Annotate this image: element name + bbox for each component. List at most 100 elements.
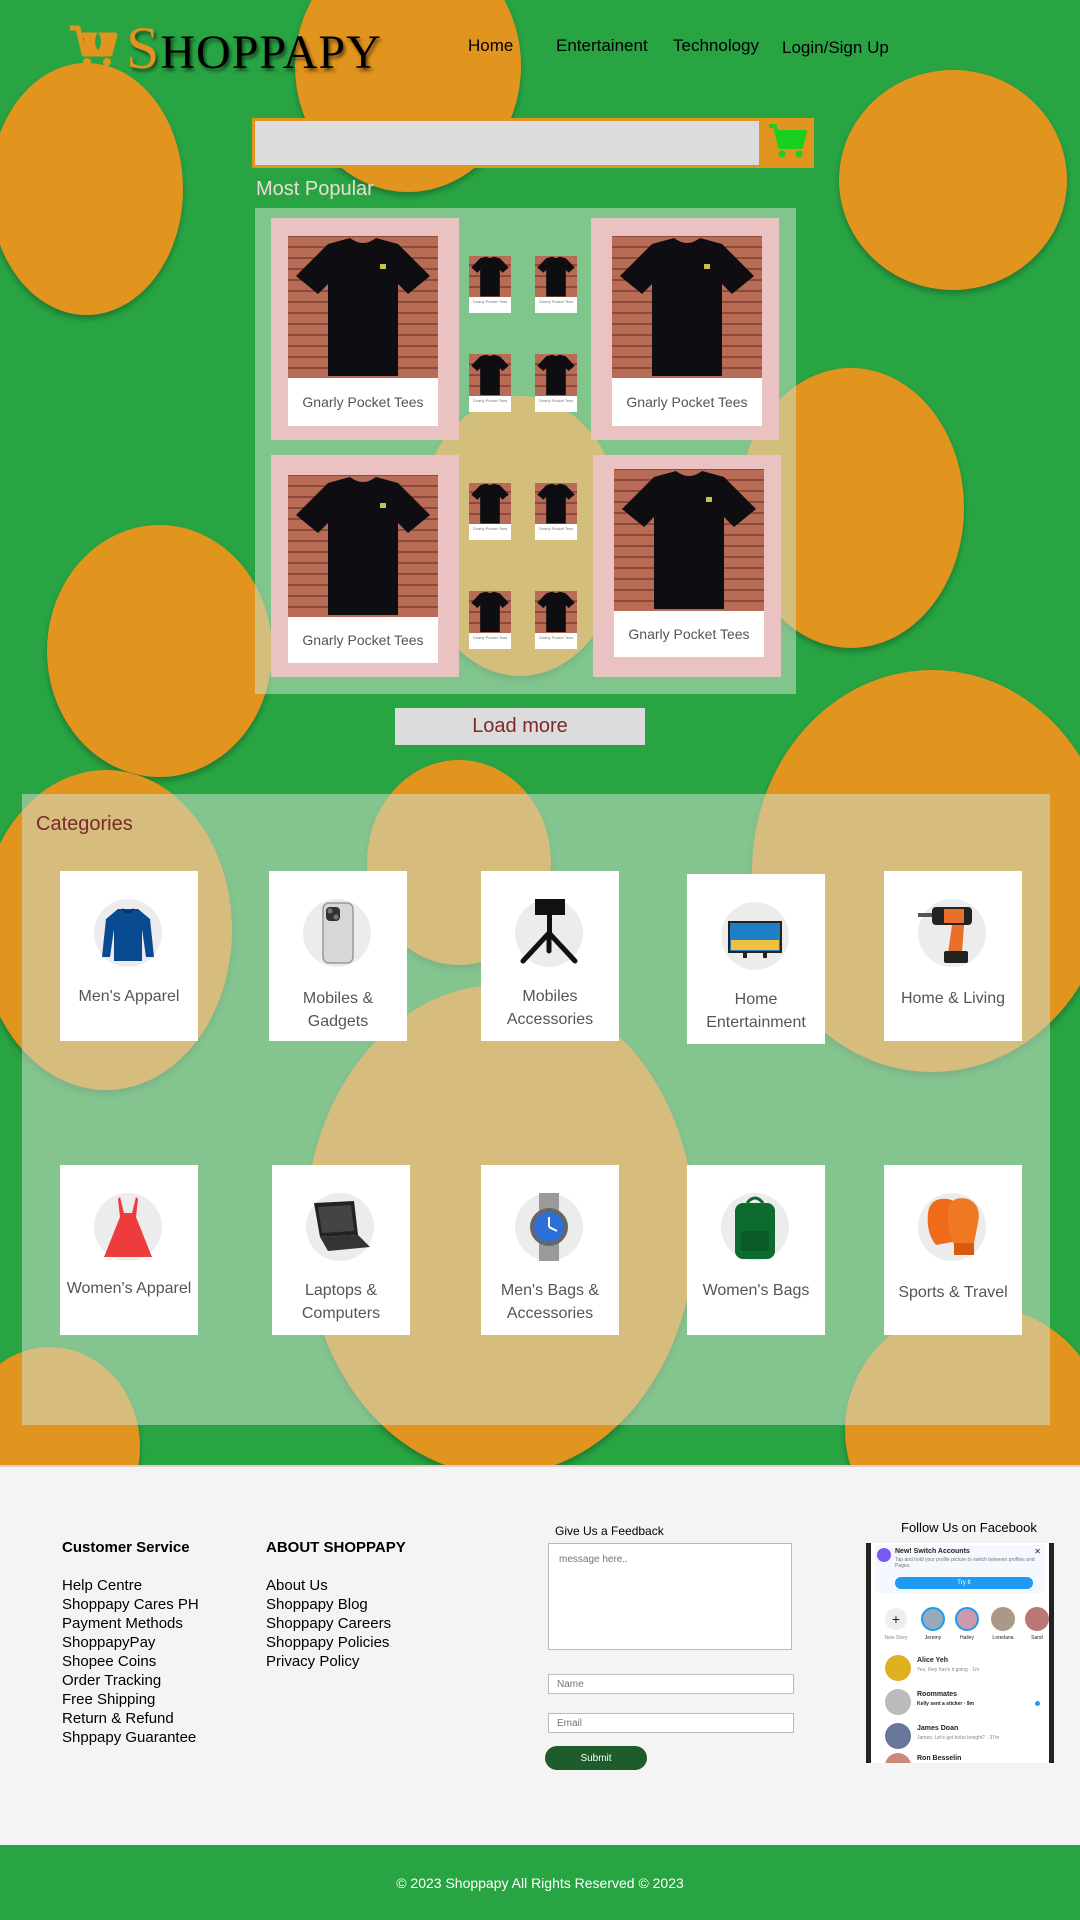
- tshirt-image: [469, 483, 511, 525]
- fb-new-story: New Story: [884, 1635, 908, 1641]
- product-thumbnail[interactable]: Gnarly Pocket Tees: [469, 591, 511, 649]
- footer-link[interactable]: Shoppapy Blog: [266, 1595, 368, 1614]
- fb-story-name: Loredana: [992, 1635, 1014, 1641]
- footer-link[interactable]: Shoppapy Policies: [266, 1633, 389, 1652]
- search-cart-button[interactable]: [762, 118, 814, 168]
- product-thumbnail[interactable]: Gnarly Pocket Tees: [535, 256, 577, 313]
- category-card-laptops-computers[interactable]: Laptops & Computers: [272, 1165, 410, 1335]
- load-more-button[interactable]: Load more: [395, 708, 645, 745]
- avatar: [885, 1723, 911, 1749]
- category-name: Laptops & Computers: [301, 1282, 381, 1322]
- nav-login[interactable]: Login/Sign Up: [782, 38, 889, 58]
- fb-chat-name: Ron Besselin: [917, 1755, 962, 1762]
- product-card[interactable]: Gnarly Pocket Tees: [591, 218, 779, 440]
- category-card-sports-travel[interactable]: Sports & Travel: [884, 1165, 1022, 1335]
- fb-chat-msg: Kelly sent a sticker · 9m: [917, 1701, 974, 1707]
- footer-link[interactable]: Shoppapy Cares PH: [62, 1595, 199, 1614]
- thumb-label: Gnarly Pocket Tees: [472, 397, 508, 403]
- product-card[interactable]: Gnarly Pocket Tees: [271, 455, 459, 677]
- avatar[interactable]: [991, 1607, 1015, 1631]
- backpack-icon: [721, 1193, 789, 1261]
- product-thumbnail[interactable]: Gnarly Pocket Tees: [469, 354, 511, 412]
- category-name: Home Entertainment: [706, 991, 806, 1031]
- category-card-mobiles-gadgets[interactable]: Mobiles & Gadgets: [269, 871, 407, 1041]
- feedback-name-field[interactable]: [548, 1674, 794, 1694]
- decor-circle: [47, 525, 272, 777]
- footer-link[interactable]: About Us: [266, 1576, 328, 1595]
- fb-story-name: Hailey: [960, 1635, 974, 1641]
- footer-link[interactable]: Payment Methods: [62, 1614, 183, 1633]
- avatar[interactable]: [955, 1607, 979, 1631]
- product-card[interactable]: Gnarly Pocket Tees: [593, 455, 781, 677]
- most-popular-title: Most Popular: [256, 178, 374, 200]
- thumb-label: Gnarly Pocket Tees: [472, 299, 508, 305]
- facebook-messenger-preview[interactable]: New! Switch Accounts ✕ Tap and hold your…: [866, 1543, 1054, 1763]
- tshirt-image: [469, 354, 511, 396]
- product-thumbnail[interactable]: Gnarly Pocket Tees: [535, 354, 577, 412]
- thumb-label: Gnarly Pocket Tees: [538, 526, 574, 532]
- search-input[interactable]: [255, 121, 759, 165]
- avatar[interactable]: [921, 1607, 945, 1631]
- tshirt-image: [535, 483, 577, 525]
- product-thumbnail[interactable]: Gnarly Pocket Tees: [469, 256, 511, 313]
- tshirt-image: [469, 256, 511, 298]
- product-name: Gnarly Pocket Tees: [288, 378, 438, 426]
- customer-service-title: Customer Service: [62, 1539, 190, 1556]
- brand-rest: HOPPAPY: [160, 26, 382, 79]
- product-name: Gnarly Pocket Tees: [612, 378, 762, 426]
- product-card[interactable]: Gnarly Pocket Tees: [271, 218, 459, 440]
- thumb-label: Gnarly Pocket Tees: [538, 634, 574, 640]
- fb-chat-name: Alice Yeh: [917, 1657, 949, 1664]
- tshirt-image: [535, 256, 577, 298]
- about-title: ABOUT SHOPPAPY: [266, 1539, 406, 1556]
- brand-logo[interactable]: SHOPPAPY: [68, 18, 382, 78]
- category-card-womens-apparel[interactable]: Women's Apparel: [60, 1165, 198, 1335]
- product-thumbnail[interactable]: Gnarly Pocket Tees: [535, 483, 577, 540]
- category-card-home-living[interactable]: Home & Living: [884, 871, 1022, 1041]
- brand-first-letter: S: [126, 15, 161, 81]
- feedback-submit-button[interactable]: Submit: [545, 1746, 647, 1770]
- category-card-mens-apparel[interactable]: Men's Apparel: [60, 871, 198, 1041]
- footer-link[interactable]: Shppapy Guarantee: [62, 1728, 196, 1747]
- fb-switch-icon: [877, 1548, 891, 1562]
- fb-try-button[interactable]: Try It: [895, 1577, 1033, 1589]
- footer-link[interactable]: Privacy Policy: [266, 1652, 359, 1671]
- cart-logo-icon: [68, 24, 118, 73]
- tshirt-image: [288, 236, 438, 378]
- avatar[interactable]: [1025, 1607, 1049, 1631]
- close-icon[interactable]: ✕: [1034, 1547, 1041, 1556]
- category-name: Mobiles & Gadgets: [302, 990, 374, 1030]
- product-thumbnail[interactable]: Gnarly Pocket Tees: [469, 483, 511, 540]
- nav-home[interactable]: Home: [468, 36, 513, 56]
- feedback-message-field[interactable]: [548, 1543, 792, 1650]
- product-name: Gnarly Pocket Tees: [614, 611, 764, 657]
- product-name: Gnarly Pocket Tees: [288, 617, 438, 663]
- footer-link[interactable]: ShoppapyPay: [62, 1633, 155, 1652]
- category-card-womens-bags[interactable]: Women's Bags: [687, 1165, 825, 1335]
- fb-banner: New! Switch Accounts ✕ Tap and hold your…: [875, 1545, 1045, 1593]
- category-card-mens-bags-accessories[interactable]: Men's Bags & Accessories: [481, 1165, 619, 1335]
- footer-link[interactable]: Free Shipping: [62, 1690, 155, 1709]
- fb-chat-name: Roommates: [917, 1691, 958, 1698]
- footer-link[interactable]: Return & Refund: [62, 1709, 174, 1728]
- cart-icon: [768, 123, 808, 164]
- footer-link[interactable]: Help Centre: [62, 1576, 142, 1595]
- tshirt-image: [288, 475, 438, 617]
- footer-link[interactable]: Shoppapy Careers: [266, 1614, 391, 1633]
- boxing-glove-icon: [918, 1193, 986, 1261]
- product-thumbnail[interactable]: Gnarly Pocket Tees: [535, 591, 577, 649]
- laptop-icon: [306, 1193, 374, 1261]
- plus-icon[interactable]: +: [885, 1608, 907, 1630]
- category-name: Women's Apparel: [66, 1280, 192, 1297]
- category-card-home-entertainment[interactable]: Home Entertainment: [687, 874, 825, 1044]
- footer-link[interactable]: Shopee Coins: [62, 1652, 156, 1671]
- category-name: Sports & Travel: [898, 1284, 1008, 1301]
- nav-entertainment[interactable]: Entertainent: [556, 36, 648, 56]
- nav-technology[interactable]: Technology: [673, 36, 759, 56]
- watch-icon: [515, 1193, 583, 1261]
- footer-link[interactable]: Order Tracking: [62, 1671, 161, 1690]
- category-card-mobiles-accessories[interactable]: Mobiles Accessories: [481, 871, 619, 1041]
- fb-banner-title: New! Switch Accounts: [895, 1548, 970, 1555]
- feedback-email-field[interactable]: [548, 1713, 794, 1733]
- feedback-title: Give Us a Feedback: [555, 1524, 664, 1538]
